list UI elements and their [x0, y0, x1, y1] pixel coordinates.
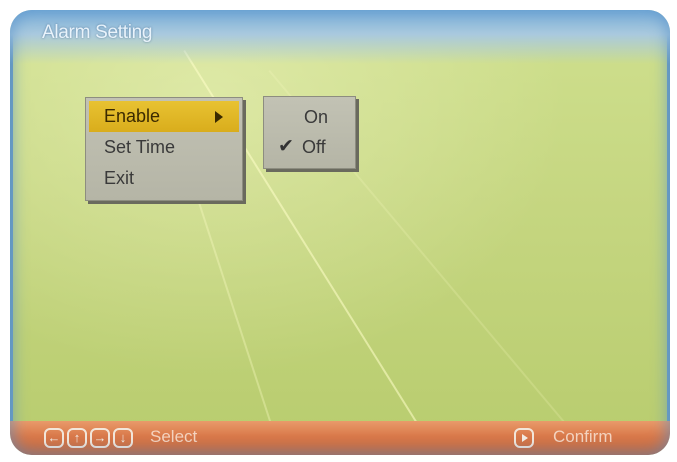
up-arrow-icon[interactable]: ↑ — [67, 428, 87, 448]
submenu-option-label: On — [304, 107, 329, 127]
enable-submenu: On ✔ Off — [263, 96, 356, 169]
confirm-hint-label: Confirm — [553, 427, 613, 446]
menu-item-enable[interactable]: Enable — [89, 101, 239, 132]
page-title: Alarm Setting — [42, 22, 153, 43]
top-strip — [0, 0, 677, 10]
submenu-arrow-icon — [215, 111, 223, 123]
submenu-option-label: Off — [302, 137, 326, 157]
submenu-option-off[interactable]: ✔ Off — [264, 132, 355, 162]
alarm-setting-screen: Alarm Setting Enable Set Time Exit On ✔ … — [10, 10, 670, 455]
title-bar: Alarm Setting — [10, 10, 670, 64]
screen-frame — [10, 10, 670, 455]
down-arrow-icon[interactable]: ↓ — [113, 428, 133, 448]
play-icon[interactable] — [514, 428, 534, 448]
menu-item-label: Enable — [104, 106, 161, 126]
play-triangle — [522, 434, 528, 442]
select-hint-label: Select — [150, 427, 198, 446]
right-arrow-icon[interactable]: → — [90, 428, 110, 448]
menu-item-set-time[interactable]: Set Time — [86, 132, 242, 163]
menu-item-label: Set Time — [104, 137, 176, 157]
left-arrow-icon[interactable]: ← — [44, 428, 64, 448]
alarm-menu: Enable Set Time Exit — [85, 97, 243, 201]
checkmark-icon: ✔ — [278, 136, 294, 157]
control-hint-bar: ← ↑ → ↓ Select Confirm — [10, 421, 670, 455]
menu-item-label: Exit — [104, 168, 135, 188]
menu-item-exit[interactable]: Exit — [86, 163, 242, 194]
submenu-option-on[interactable]: On — [264, 102, 355, 132]
